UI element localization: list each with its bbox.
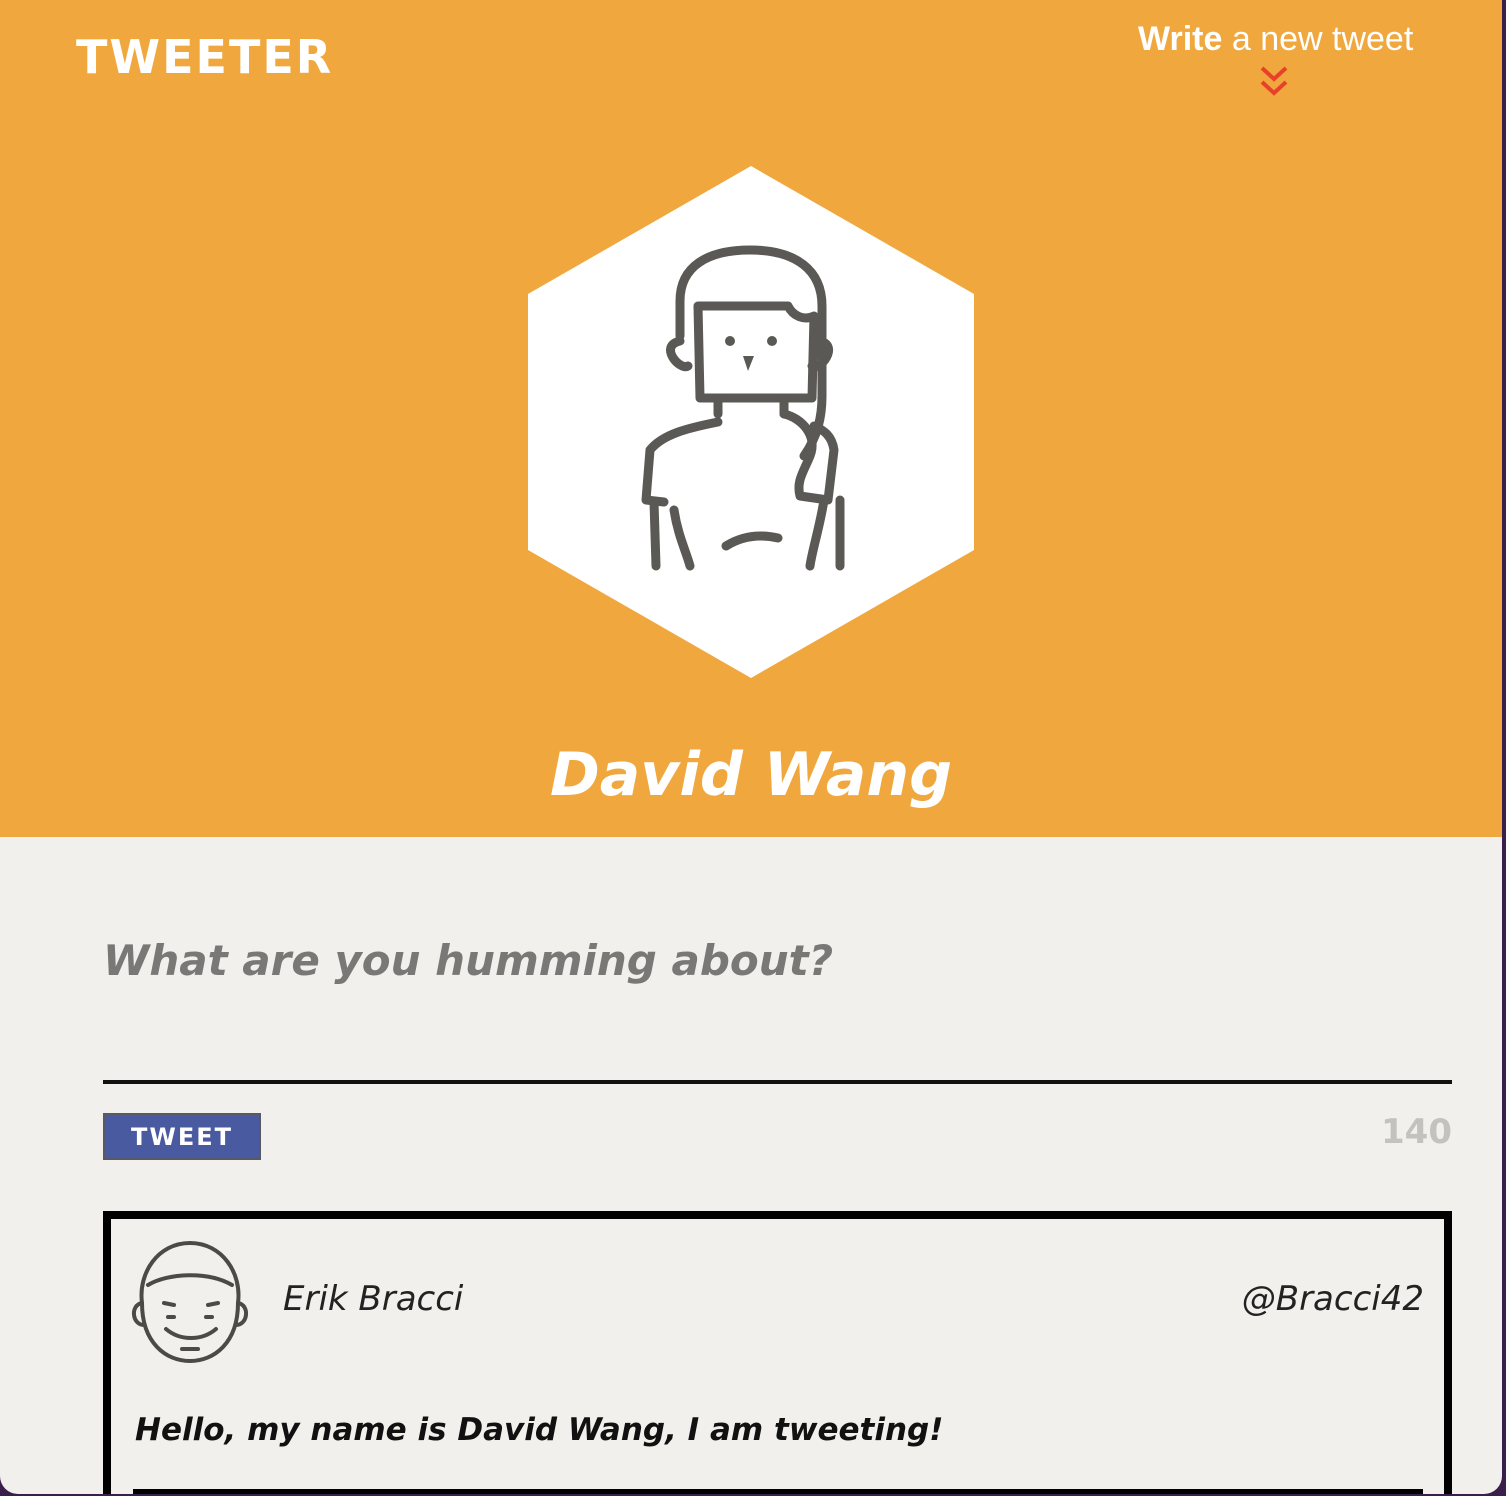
write-new-tweet-link[interactable]: Write a new tweet bbox=[1138, 20, 1430, 59]
tweet-composer-input[interactable] bbox=[103, 928, 1452, 1084]
tweet-submit-button[interactable]: TWEET bbox=[103, 1113, 261, 1160]
tweet-author-handle[interactable]: @Bracci42 bbox=[1242, 1279, 1424, 1319]
profile-header: TWEETER Write a new tweet David Wang bbox=[0, 0, 1502, 837]
brand-logo[interactable]: TWEETER bbox=[76, 30, 333, 84]
hexagon-frame bbox=[528, 166, 974, 678]
smiling-man-avatar-icon bbox=[132, 1240, 248, 1364]
double-chevron-down-icon[interactable] bbox=[1258, 64, 1290, 98]
app-window: TWEETER Write a new tweet David Wang Wha… bbox=[0, 0, 1502, 1494]
tweet-author-name[interactable]: Erik Bracci bbox=[283, 1279, 463, 1319]
profile-name: David Wang bbox=[549, 740, 953, 810]
tweet-text: Hello, my name is David Wang, I am tweet… bbox=[135, 1412, 944, 1448]
write-new-tweet-strong: Write bbox=[1138, 20, 1223, 58]
character-counter: 140 bbox=[1381, 1112, 1452, 1152]
tweet-divider bbox=[133, 1489, 1423, 1494]
write-new-tweet-rest: a new tweet bbox=[1222, 20, 1414, 58]
tweet-card: Erik Bracci @Bracci42 Hello, my name is … bbox=[103, 1211, 1452, 1494]
profile-avatar bbox=[528, 166, 974, 678]
